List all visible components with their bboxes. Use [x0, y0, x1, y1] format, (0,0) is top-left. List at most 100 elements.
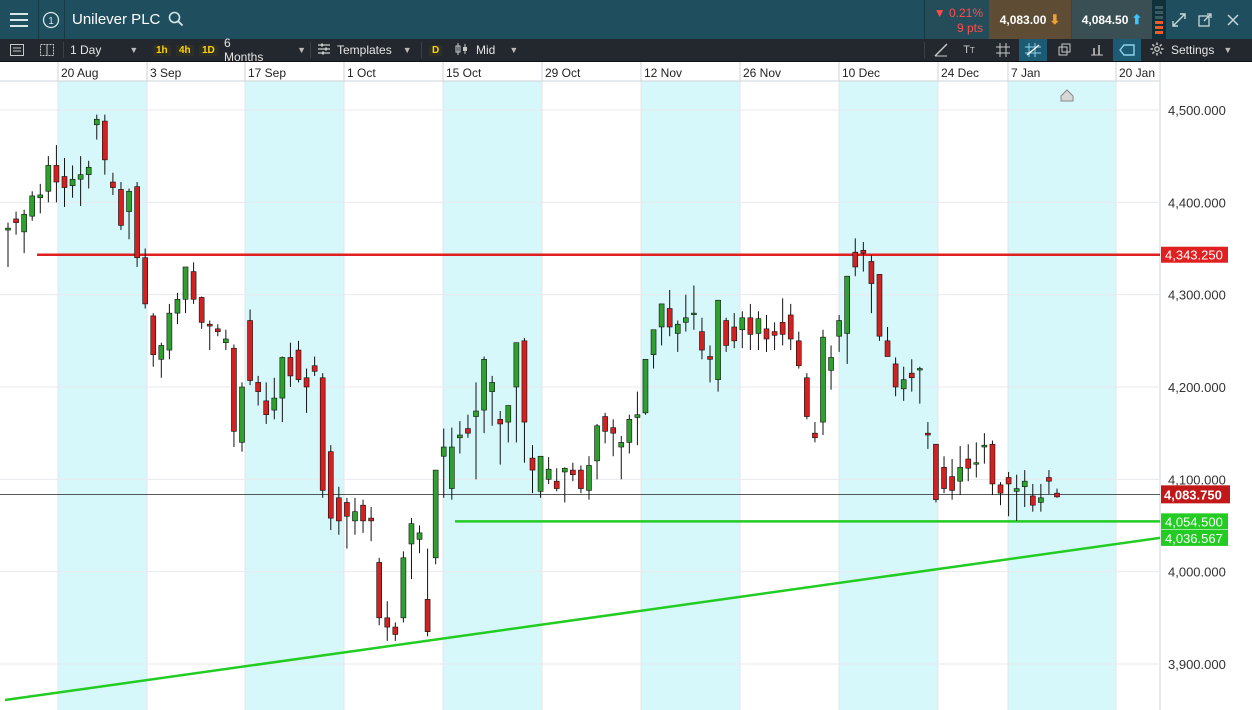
layers-icon[interactable] [1051, 39, 1079, 61]
expand-icon[interactable] [1166, 0, 1192, 39]
candle-body [352, 511, 358, 522]
info-icon[interactable]: 1 [38, 0, 65, 39]
candlestick-chart[interactable]: 20 Aug 3 Sep 17 Sep 1 Oct 15 Oct 29 Oct 12 Nov… [0, 62, 1252, 710]
candle-body [174, 298, 181, 314]
candle-body [360, 504, 366, 522]
draw-line-icon[interactable] [927, 39, 955, 61]
candle-body [142, 257, 148, 305]
candle-body [368, 517, 374, 522]
candle-body [21, 214, 27, 233]
date-tick-label: 24 Dec [941, 66, 979, 80]
candle-body [432, 469, 439, 559]
candle-body [658, 303, 665, 328]
grid-icon[interactable] [989, 39, 1017, 61]
candle-body [166, 312, 173, 351]
range-select[interactable]: 6 Months ▼ [224, 36, 306, 64]
candle-body [29, 195, 36, 217]
price-mode-select[interactable]: Mid ▼ [455, 39, 518, 61]
candle-body [295, 349, 302, 380]
list-icon[interactable] [4, 39, 30, 61]
quick-interval-4h[interactable]: 4h [176, 39, 194, 61]
current-price-tag: 4,083.750 [1164, 487, 1222, 502]
candle-body [215, 328, 221, 332]
settings-button[interactable]: Settings ▼ [1150, 39, 1232, 61]
candle-body [715, 299, 721, 380]
candle-body [989, 443, 996, 485]
candle-body [45, 165, 52, 192]
interval-select[interactable]: 1 Day ▼ [70, 39, 148, 61]
date-tick-label: 29 Oct [545, 66, 581, 80]
candle-body [182, 266, 189, 300]
candle-body [812, 432, 818, 439]
tag-label-icon[interactable] [1113, 39, 1141, 61]
candle-body [521, 340, 528, 423]
price-tick-label: 4,400.000 [1168, 195, 1226, 210]
layout-grid-icon[interactable] [34, 39, 60, 61]
buy-price-button[interactable]: 4,084.50 ⬆ [1072, 0, 1152, 39]
candle-body [497, 419, 504, 425]
chart-type-badge[interactable]: D [429, 39, 443, 61]
candle-body [465, 428, 471, 434]
candle-body [37, 194, 44, 199]
candle-body [150, 315, 157, 355]
price-tick-label: 4,200.000 [1168, 380, 1226, 395]
candle-body [795, 340, 802, 367]
candle-body [5, 227, 11, 231]
candle-body [634, 414, 641, 418]
close-icon[interactable] [1220, 0, 1246, 39]
hamburger-menu-icon[interactable] [0, 0, 39, 39]
candle-body [489, 382, 495, 392]
candle-body [739, 317, 746, 331]
candle-body [319, 377, 326, 491]
candle-body [674, 323, 681, 334]
candle-body [271, 397, 278, 411]
candle-body [908, 372, 915, 379]
candle-body [223, 338, 229, 343]
chevron-down-icon: ▼ [509, 45, 519, 55]
text-tool-icon[interactable]: TT [955, 39, 983, 61]
candle-body [868, 261, 875, 284]
candle-body [255, 382, 261, 392]
candle-body [626, 419, 633, 443]
search-icon[interactable] [168, 11, 184, 32]
candle-body [102, 120, 108, 161]
candle-body [239, 386, 245, 443]
templates-icon [318, 43, 330, 58]
crosshair-grid-icon[interactable] [1019, 39, 1047, 61]
candle-body [650, 329, 657, 355]
price-tick-label: 4,100.000 [1168, 472, 1226, 487]
candle-body [247, 320, 253, 381]
candle-body [327, 451, 334, 519]
settings-label: Settings [1171, 43, 1215, 57]
buy-price: 4,084.50 [1081, 12, 1129, 27]
candle-body [376, 562, 382, 619]
quick-interval-1d[interactable]: 1D [199, 39, 218, 61]
change-percent: ▼ 0.21% [933, 6, 983, 20]
candle-body [852, 251, 859, 268]
indicator-icon[interactable] [1083, 39, 1111, 61]
price-tick-label: 4,300.000 [1168, 288, 1226, 303]
candle-body [344, 502, 350, 517]
candle-body [828, 357, 834, 371]
support-price-tag: 4,054.500 [1165, 514, 1223, 529]
instrument-title[interactable]: Unilever PLC [72, 11, 160, 28]
candle-body [820, 336, 826, 423]
templates-select[interactable]: Templates ▼ [318, 39, 412, 61]
chevron-down-icon: ▼ [1223, 45, 1233, 55]
candle-body [473, 410, 479, 417]
candle-body [303, 377, 310, 388]
quick-interval-1h[interactable]: 1h [153, 39, 171, 61]
candle-body [1013, 488, 1020, 492]
shaded-period [245, 81, 344, 710]
candle-body [642, 358, 649, 414]
candle-body [707, 356, 713, 360]
candle-body [110, 181, 116, 188]
date-tick-label: 7 Jan [1011, 66, 1040, 80]
candle-body [876, 274, 883, 337]
sell-price-button[interactable]: 4,083.00 ⬇ [989, 0, 1071, 39]
chart-area[interactable]: 20 Aug 3 Sep 17 Sep 1 Oct 15 Oct 29 Oct 12 Nov… [0, 62, 1252, 710]
price-tick-label: 4,000.000 [1168, 565, 1226, 580]
date-tick-label: 20 Aug [61, 66, 98, 80]
popout-icon[interactable] [1192, 0, 1218, 39]
trend-price-tag: 4,036.567 [1165, 531, 1223, 546]
